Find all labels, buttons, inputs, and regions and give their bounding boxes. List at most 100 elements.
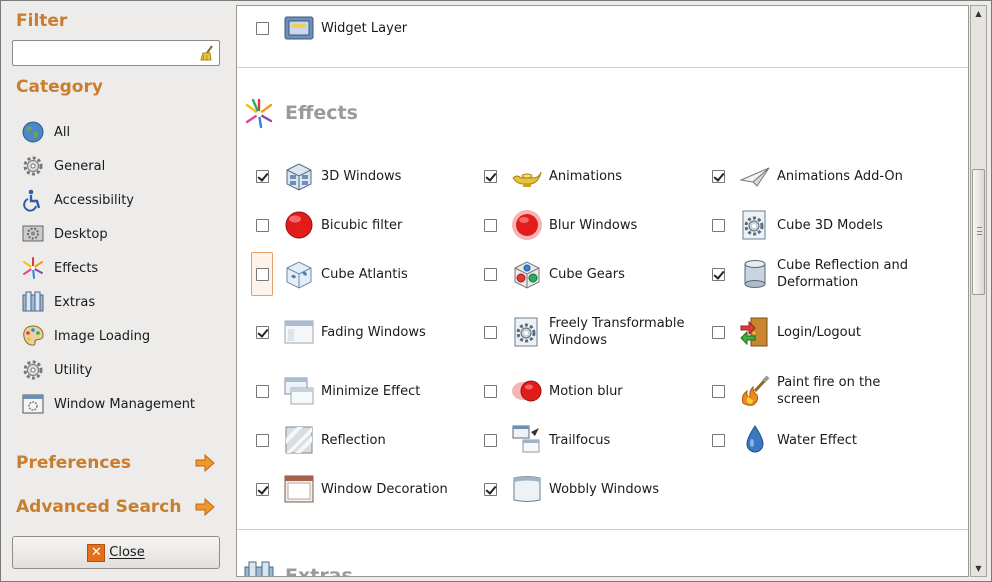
plugin-checkbox[interactable] (484, 267, 497, 281)
category-label: General (54, 158, 106, 174)
plugin-label: Fading Windows (321, 324, 426, 340)
plugin-wobbly-windows[interactable]: Wobbly Windows (465, 469, 685, 509)
plugin-water-effect[interactable]: Water Effect (693, 420, 913, 460)
category-item-window-management[interactable]: Window Management (21, 387, 221, 421)
plugin-label: 3D Windows (321, 168, 402, 184)
category-label: Accessibility (54, 192, 134, 208)
plugin-checkbox[interactable] (256, 384, 269, 398)
advanced-search-link[interactable]: Advanced Search (16, 494, 216, 520)
plugin-trailfocus[interactable]: Trailfocus (465, 420, 685, 460)
plugin-animations-add-on[interactable]: Animations Add-On (693, 156, 913, 196)
scroll-up-button[interactable]: ▲ (971, 6, 986, 21)
plugin-checkbox[interactable] (712, 325, 725, 339)
plugin-checkbox[interactable] (256, 325, 269, 339)
plugin-widget-layer[interactable]: Widget Layer (237, 8, 457, 48)
plugin-animations[interactable]: Animations (465, 156, 685, 196)
plugin-login-logout[interactable]: Login/Logout (693, 312, 913, 352)
gear-document-icon (514, 317, 538, 347)
category-item-all[interactable]: All (21, 115, 221, 149)
cylinder-icon (744, 260, 766, 288)
plugin-minimize-effect[interactable]: Minimize Effect (237, 371, 457, 411)
plugin-reflection[interactable]: Reflection (237, 420, 457, 460)
plugin-checkbox[interactable] (712, 218, 725, 232)
plugin-label: Cube Atlantis (321, 266, 408, 282)
palette-icon (23, 325, 44, 346)
plugin-checkbox[interactable] (484, 433, 497, 447)
filter-field[interactable] (12, 40, 220, 66)
plugin-cube-reflection[interactable]: Cube Reflection and Deformation (693, 254, 913, 294)
category-label: Extras (54, 294, 96, 310)
grip-icon (977, 227, 982, 235)
category-item-desktop[interactable]: Desktop (21, 217, 221, 251)
gear-icon (23, 156, 43, 176)
plugin-checkbox[interactable] (484, 384, 497, 398)
plugin-checkbox[interactable] (256, 21, 269, 35)
accessibility-icon (23, 189, 41, 212)
plugin-label: Water Effect (777, 432, 857, 448)
plugin-checkbox[interactable] (484, 325, 497, 339)
extras-section-title: Extras (285, 565, 353, 577)
widget-layer-icon (284, 16, 314, 40)
category-label: All (54, 124, 71, 140)
effects-section-header: Effects (243, 97, 358, 129)
trailfocus-icon (512, 425, 540, 453)
plugin-checkbox[interactable] (712, 384, 725, 398)
section-divider (237, 529, 968, 530)
broom-clear-icon[interactable] (198, 44, 216, 62)
filter-heading: Filter (16, 11, 68, 31)
scroll-down-button[interactable]: ▼ (971, 561, 986, 576)
extras-icon (244, 561, 274, 576)
plugin-bicubic-filter[interactable]: Bicubic filter (237, 205, 457, 245)
category-item-general[interactable]: General (21, 149, 221, 183)
plugin-cube-atlantis[interactable]: Cube Atlantis (237, 254, 457, 294)
window-decoration-icon (284, 475, 314, 503)
category-item-extras[interactable]: Extras (21, 285, 221, 319)
plugin-checkbox[interactable] (712, 169, 725, 183)
close-button[interactable]: ✕ Close (12, 536, 220, 569)
plugin-fading-windows[interactable]: Fading Windows (237, 312, 457, 352)
filter-input[interactable] (17, 42, 197, 64)
red-ball-icon (285, 211, 313, 239)
scrollbar-thumb[interactable] (972, 169, 985, 295)
triangle-down-icon: ▼ (975, 564, 982, 573)
desktop-icon (22, 225, 44, 242)
plugin-label: Bicubic filter (321, 217, 403, 233)
paper-plane-icon (739, 167, 770, 187)
plugin-checkbox[interactable] (256, 218, 269, 232)
plugin-label: Cube Reflection and Deformation (777, 258, 908, 290)
category-heading: Category (16, 77, 103, 97)
preferences-link[interactable]: Preferences (16, 450, 216, 476)
gear-document-icon (742, 210, 766, 240)
motion-ball-icon (512, 380, 542, 402)
plugin-3d-windows[interactable]: 3D Windows (237, 156, 457, 196)
category-item-utility[interactable]: Utility (21, 353, 221, 387)
plugin-window-decoration[interactable]: Window Decoration (237, 469, 457, 509)
plugin-checkbox[interactable] (484, 482, 497, 496)
plugin-checkbox[interactable] (712, 267, 725, 281)
plugin-checkbox[interactable] (256, 267, 269, 281)
category-item-accessibility[interactable]: Accessibility (21, 183, 221, 217)
plugin-freely-transformable-windows[interactable]: Freely Transformable Windows (465, 312, 685, 352)
vertical-scrollbar[interactable]: ▲ ▼ (970, 5, 987, 577)
plugin-checkbox[interactable] (256, 169, 269, 183)
plugin-blur-windows[interactable]: Blur Windows (465, 205, 685, 245)
plugin-checkbox[interactable] (256, 482, 269, 496)
extras-section-header: Extras (243, 560, 353, 577)
plugin-cube-3d-models[interactable]: Cube 3D Models (693, 205, 913, 245)
cube-atlantis-icon (286, 261, 312, 289)
plugin-label: Minimize Effect (321, 383, 421, 399)
close-icon: ✕ (87, 543, 106, 562)
plugin-motion-blur[interactable]: Motion blur (465, 371, 685, 411)
plugin-checkbox[interactable] (712, 433, 725, 447)
plugin-checkbox[interactable] (484, 169, 497, 183)
plugin-label: Wobbly Windows (549, 481, 660, 497)
plugin-label: Paint fire on the screen (777, 375, 881, 407)
plugin-paint-fire[interactable]: Paint fire on the screen (693, 371, 913, 411)
category-item-effects[interactable]: Effects (21, 251, 221, 285)
plugin-cube-gears[interactable]: Cube Gears (465, 254, 685, 294)
plugin-label: Login/Logout (777, 324, 861, 340)
plugin-checkbox[interactable] (484, 218, 497, 232)
plugin-checkbox[interactable] (256, 433, 269, 447)
category-item-image-loading[interactable]: Image Loading (21, 319, 221, 353)
plugin-label: Freely Transformable Windows (549, 316, 685, 348)
